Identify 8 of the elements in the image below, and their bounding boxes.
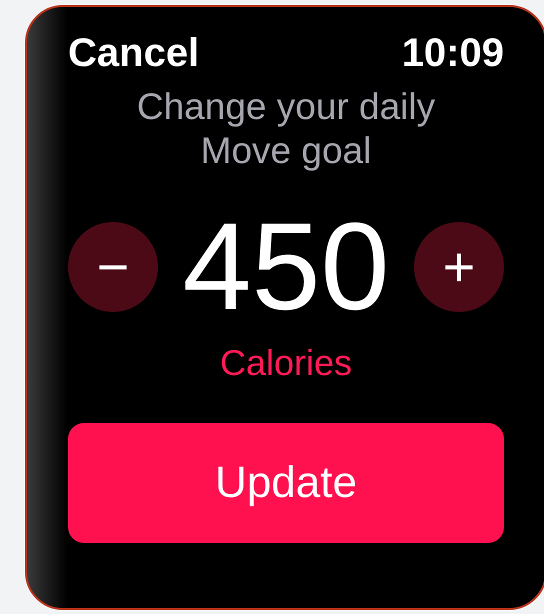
clock-time: 10:09 (402, 30, 504, 77)
screen-title: Change your daily Move goal (136, 85, 436, 173)
increase-button[interactable]: + (414, 222, 504, 312)
goal-unit: Calories (220, 341, 352, 385)
goal-value: 450 (182, 205, 390, 329)
decrease-button[interactable]: − (68, 222, 158, 312)
cancel-button[interactable]: Cancel (68, 29, 200, 77)
update-button[interactable]: Update (68, 423, 504, 543)
